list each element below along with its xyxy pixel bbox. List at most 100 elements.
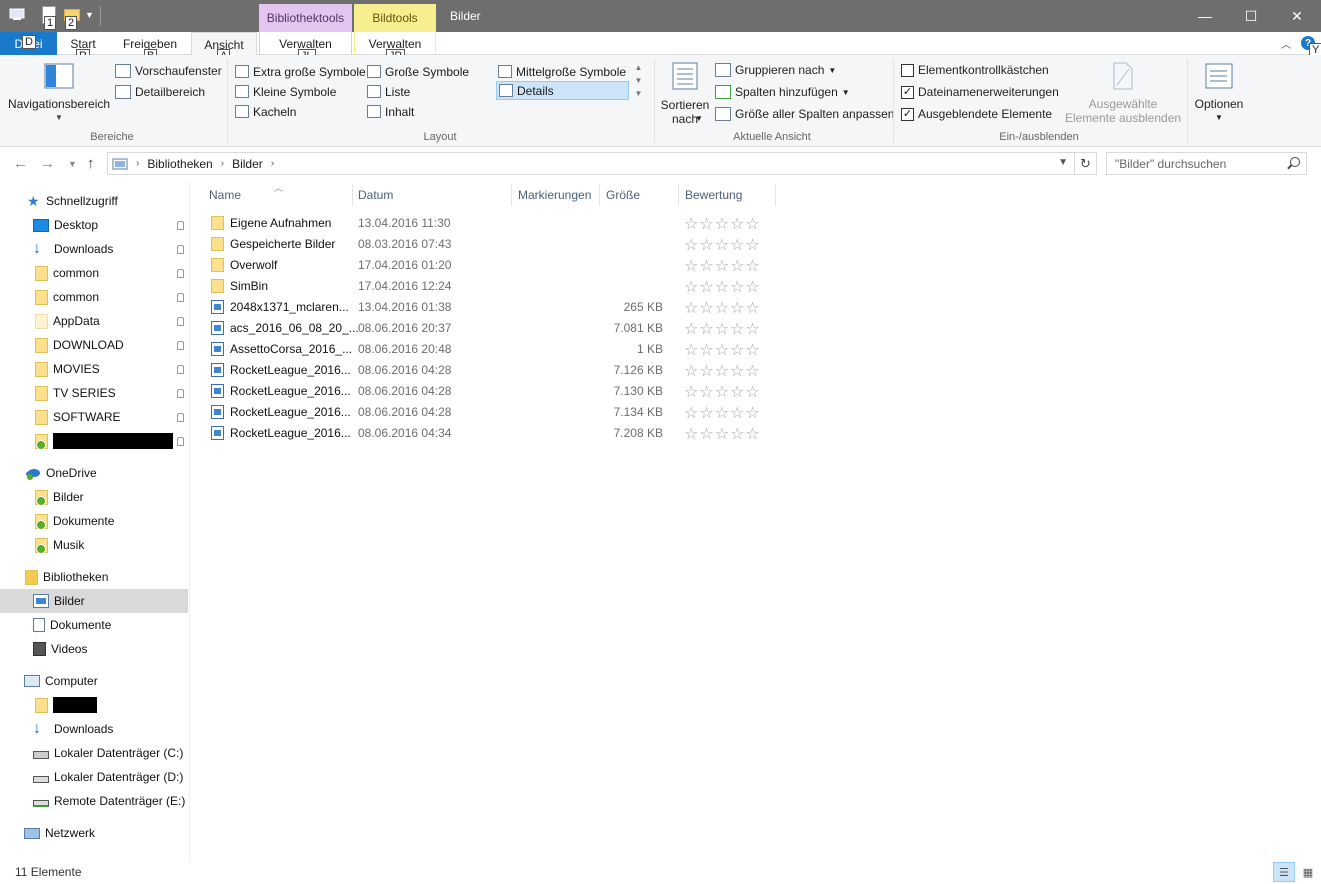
file-row[interactable]: RocketLeague_2016... 08.06.2016 04:34 7.… [207,423,772,444]
pin-icon[interactable] [177,388,184,398]
hidden-items-toggle[interactable]: ✓ Ausgeblendete Elemente [901,105,1052,123]
file-extensions-checkbox[interactable]: ✓ [901,85,914,99]
column-header-date[interactable]: Datum [352,184,512,206]
details-view-icon[interactable]: ☰ [1273,862,1295,882]
rating-stars[interactable]: ☆☆☆☆☆ [684,340,761,360]
customize-quick-access-chevron-icon[interactable]: ▼ [85,10,94,20]
scroll-down-icon[interactable]: ▼ [635,76,643,85]
layout-content[interactable]: Inhalt [365,102,416,121]
pin-icon[interactable] [177,436,184,446]
nav-item-common[interactable]: common [0,261,188,285]
scroll-up-icon[interactable]: ▲ [635,63,643,72]
pin-icon[interactable] [177,316,184,326]
nav-item-onedrive-pictures[interactable]: Bilder [0,485,188,509]
nav-item-computer-downloads[interactable]: ↓ Downloads [0,717,188,741]
column-header-tags[interactable]: Markierungen [512,184,600,206]
file-row[interactable]: RocketLeague_2016... 08.06.2016 04:28 7.… [207,360,772,381]
forward-arrow-icon[interactable]: → [40,155,55,172]
explorer-app-icon[interactable] [9,6,25,22]
layout-medium-icons[interactable]: Mittelgroße Symbole [496,62,628,81]
hidden-items-checkbox[interactable]: ✓ [901,107,914,121]
nav-item-movies[interactable]: MOVIES [0,357,188,381]
nav-item-downloads[interactable]: ↓ Downloads [0,237,188,261]
nav-item-appdata[interactable]: AppData [0,309,188,333]
nav-item-desktop[interactable]: Desktop [0,213,188,237]
nav-item-software[interactable]: SOFTWARE [0,405,188,429]
file-row[interactable]: 2048x1371_mclaren... 13.04.2016 01:38 26… [207,297,772,318]
file-row[interactable]: Overwolf 17.04.2016 01:20 ☆☆☆☆☆ [207,255,772,276]
nav-item-library-videos[interactable]: Videos [0,637,188,661]
file-row[interactable]: RocketLeague_2016... 08.06.2016 04:28 7.… [207,402,772,423]
nav-item-tv-series[interactable]: TV SERIES [0,381,188,405]
refresh-icon[interactable]: ↻ [1074,153,1096,174]
address-bar[interactable]: › Bibliotheken › Bilder › ▼ ↻ [107,152,1097,175]
rating-stars[interactable]: ☆☆☆☆☆ [684,403,761,423]
group-by-button[interactable]: Gruppieren nach ▼ [715,61,836,79]
pin-icon[interactable] [177,412,184,422]
file-row[interactable]: Eigene Aufnahmen 13.04.2016 11:30 ☆☆☆☆☆ [207,213,772,234]
rating-stars[interactable]: ☆☆☆☆☆ [684,319,761,339]
rating-stars[interactable]: ☆☆☆☆☆ [684,424,761,444]
close-button[interactable]: ✕ [1274,0,1320,32]
layout-extra-large-icons[interactable]: Extra große Symbole [233,62,368,81]
pin-icon[interactable] [177,292,184,302]
item-checkboxes-toggle[interactable]: Elementkontrollkästchen [901,61,1049,79]
layout-small-icons[interactable]: Kleine Symbole [233,82,338,101]
nav-item-drive-e[interactable]: Remote Datenträger (E:) [0,789,188,813]
breadcrumb-chevron-icon[interactable]: › [221,158,224,169]
nav-onedrive[interactable]: OneDrive [0,461,188,485]
nav-item-onedrive-documents[interactable]: Dokumente [0,509,188,533]
item-checkboxes-checkbox[interactable] [901,63,914,77]
nav-network[interactable]: Netzwerk [0,821,188,845]
rating-stars[interactable]: ☆☆☆☆☆ [684,256,761,276]
file-row[interactable]: Gespeicherte Bilder 08.03.2016 07:43 ☆☆☆… [207,234,772,255]
layout-large-icons[interactable]: Große Symbole [365,62,471,81]
pin-icon[interactable] [177,244,184,254]
column-header-rating[interactable]: Bewertung [679,184,776,206]
up-arrow-icon[interactable]: ↑ [87,155,95,172]
nav-item-onedrive-music[interactable]: Musik [0,533,188,557]
collapse-ribbon-chevron-icon[interactable]: ︿ [1281,36,1291,51]
details-pane-button[interactable]: Detailbereich [115,83,205,101]
sort-by-button[interactable]: Sortieren nach [659,61,711,126]
rating-stars[interactable]: ☆☆☆☆☆ [684,382,761,402]
pin-icon[interactable] [177,220,184,230]
nav-quick-access[interactable]: ★ Schnellzugriff [0,189,188,213]
gallery-more-icon[interactable]: ▼ [635,89,643,98]
nav-item-redacted[interactable] [0,429,188,453]
column-header-size[interactable]: Größe [600,184,679,206]
navigation-pane-button[interactable]: Navigationsbereich ▼ [8,63,110,125]
options-button[interactable]: Optionen ▼ [1190,63,1248,125]
rating-stars[interactable]: ☆☆☆☆☆ [684,235,761,255]
nav-computer[interactable]: Computer [0,669,188,693]
layout-tiles[interactable]: Kacheln [233,102,298,121]
rating-stars[interactable]: ☆☆☆☆☆ [684,361,761,381]
pin-icon[interactable] [177,340,184,350]
nav-item-common[interactable]: common [0,285,188,309]
breadcrumb-chevron-icon[interactable]: › [271,158,274,169]
rating-stars[interactable]: ☆☆☆☆☆ [684,214,761,234]
file-row[interactable]: SimBin 17.04.2016 12:24 ☆☆☆☆☆ [207,276,772,297]
file-row[interactable]: AssettoCorsa_2016_... 08.06.2016 20:48 1… [207,339,772,360]
back-arrow-icon[interactable]: ← [13,155,28,172]
breadcrumb-chevron-icon[interactable]: › [136,158,139,169]
nav-item-download[interactable]: DOWNLOAD [0,333,188,357]
breadcrumb-pictures[interactable]: Bilder [232,157,263,171]
minimize-button[interactable]: — [1182,0,1228,32]
layout-gallery-scroller[interactable]: ▲ ▼ ▼ [632,61,645,123]
recent-locations-chevron-icon[interactable]: ▼ [68,159,77,169]
layout-details[interactable]: Details [496,81,629,100]
column-header-name[interactable]: Name [203,184,353,206]
pin-icon[interactable] [177,268,184,278]
file-extensions-toggle[interactable]: ✓ Dateinamenerweiterungen [901,83,1059,101]
size-columns-button[interactable]: Größe aller Spalten anpassen [715,105,894,123]
rating-stars[interactable]: ☆☆☆☆☆ [684,277,761,297]
preview-pane-button[interactable]: Vorschaufenster [115,62,222,80]
nav-item-redacted-folder[interactable] [0,693,188,717]
add-columns-button[interactable]: Spalten hinzufügen ▼ [715,83,850,101]
search-box[interactable]: "Bilder" durchsuchen [1106,152,1307,175]
nav-item-drive-d[interactable]: Lokaler Datenträger (D:) [0,765,188,789]
file-row[interactable]: acs_2016_06_08_20_... 08.06.2016 20:37 7… [207,318,772,339]
nav-item-drive-c[interactable]: Lokaler Datenträger (C:) [0,741,188,765]
pin-icon[interactable] [177,364,184,374]
